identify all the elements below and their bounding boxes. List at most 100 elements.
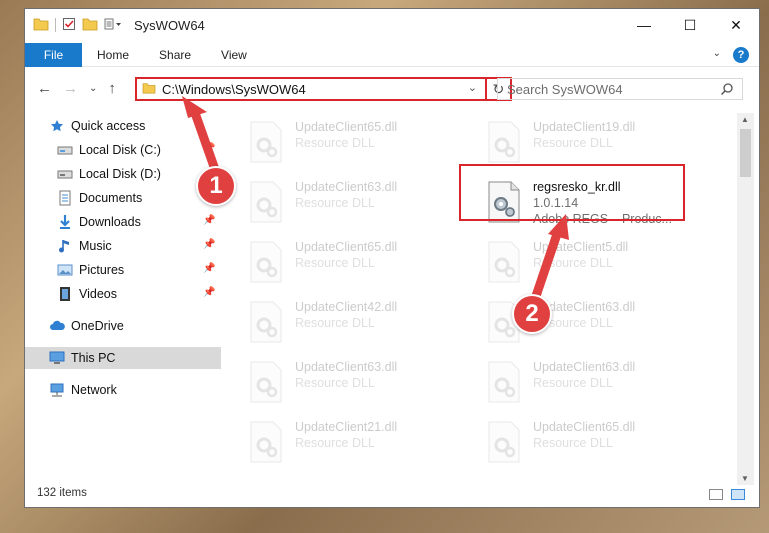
address-path[interactable]: C:\Windows\SysWOW64 [162,82,306,97]
new-folder-icon[interactable] [82,17,98,34]
file-type: Resource DLL [295,196,375,210]
star-icon [49,118,65,134]
dll-file-icon [250,421,282,463]
sidebar-item-label: Music [79,239,112,253]
tab-share[interactable]: Share [144,48,206,62]
expand-ribbon-icon[interactable]: ⌄ [713,48,721,59]
dll-file-icon [250,301,282,343]
pin-icon[interactable]: 📌 [203,263,215,274]
scroll-up-icon[interactable]: ▲ [741,115,749,124]
documents-icon [57,190,73,206]
sidebar-item-onedrive[interactable]: OneDrive [49,315,124,337]
pin-icon[interactable]: 📌 [203,215,215,226]
sidebar-item-label: Downloads [79,215,141,229]
address-row: ← → ⌄ ↑ C:\Windows\SysWOW64 ⌄ ↻ Search S… [25,75,759,105]
list-item[interactable]: UpdateClient63.dll Resource DLL [247,179,477,233]
file-name: UpdateClient63.dll [533,360,636,374]
sidebar-item-downloads[interactable]: Downloads [57,211,141,233]
file-type: Resource DLL [533,376,613,390]
file-name: UpdateClient63.dll [295,180,398,194]
file-type: Resource DLL [295,316,375,330]
sidebar-item-label: Documents [79,191,143,205]
tab-view[interactable]: View [206,48,262,62]
computer-icon [49,350,65,366]
folder-icon[interactable] [33,17,49,34]
sidebar-item-pictures[interactable]: Pictures [57,259,124,281]
videos-icon [57,286,73,302]
pin-icon[interactable]: 📌 [203,239,215,250]
cloud-icon [49,318,65,334]
downloads-icon [57,214,73,230]
quick-access-toolbar [33,17,122,34]
up-arrow-icon[interactable]: ↑ [108,80,116,97]
sidebar-item-quick-access[interactable]: Quick access [49,115,145,137]
dll-file-icon [488,361,520,403]
search-input[interactable]: Search SysWOW64 [497,78,743,100]
scroll-thumb[interactable] [740,129,751,177]
close-button[interactable]: ✕ [713,9,759,41]
dll-file-icon [250,241,282,283]
pin-icon[interactable]: 📌 [203,143,215,154]
tab-home[interactable]: Home [82,48,144,62]
large-icons-view-icon[interactable] [731,489,745,500]
scroll-down-icon[interactable]: ▼ [741,474,749,483]
list-item[interactable]: UpdateClient5.dll Resource DLL [485,239,715,293]
file-type: Resource DLL [533,436,613,450]
details-view-icon[interactable] [709,489,723,500]
list-item[interactable]: UpdateClient65.dll Resource DLL [247,239,477,293]
list-item[interactable]: UpdateClient65.dll Resource DLL [485,419,715,473]
file-name: UpdateClient21.dll [295,420,398,434]
minimize-button[interactable]: — [621,9,667,41]
back-arrow-icon[interactable]: ← [37,80,52,97]
file-type: Resource DLL [533,136,613,150]
title-bar: SysWOW64 — ☐ ✕ [25,9,759,41]
file-name: UpdateClient42.dll [295,300,398,314]
sidebar-item-local-disk-c[interactable]: Local Disk (C:) [57,139,161,161]
view-toggle [709,489,745,500]
window-controls: — ☐ ✕ [621,9,759,41]
sidebar-item-this-pc[interactable]: This PC [25,347,221,369]
network-icon [49,382,65,398]
list-item[interactable]: UpdateClient65.dll Resource DLL [247,119,477,173]
file-type: Resource DLL [295,376,375,390]
chevron-down-icon[interactable]: ⌄ [468,81,477,94]
sidebar-item-network[interactable]: Network [49,379,117,401]
navigation-pane: Quick access Local Disk (C:) 📌 Local Dis… [25,113,221,483]
list-item[interactable]: UpdateClient21.dll Resource DLL [247,419,477,473]
pin-icon[interactable]: 📌 [203,287,215,298]
file-type: Resource DLL [295,136,375,150]
forward-arrow-icon[interactable]: → [63,80,78,97]
sidebar-item-documents[interactable]: Documents [57,187,142,209]
file-type: Resource DLL [295,436,375,450]
sidebar-item-label: OneDrive [71,319,124,333]
search-placeholder: Search SysWOW64 [507,81,623,97]
list-item[interactable]: UpdateClient42.dll Resource DLL [247,299,477,353]
sidebar-item-local-disk-d[interactable]: Local Disk (D:) [57,163,161,185]
sidebar-item-videos[interactable]: Videos [57,283,117,305]
navigation-buttons: ← → ⌄ ↑ [37,80,116,97]
dll-file-icon [250,121,282,163]
file-name: UpdateClient63.dll [295,360,398,374]
customize-toolbar-icon[interactable] [104,18,122,33]
toolbar-divider [55,18,56,32]
list-item[interactable]: UpdateClient63.dll Resource DLL [247,359,477,413]
sidebar-item-label: Local Disk (D:) [79,167,161,181]
help-button[interactable]: ? [733,47,749,63]
sidebar-item-music[interactable]: Music [57,235,112,257]
list-item[interactable]: UpdateClient63.dll Resource DLL [485,359,715,413]
file-highlight-box [459,164,685,221]
music-icon [57,238,73,254]
file-name: UpdateClient65.dll [533,420,636,434]
file-name: UpdateClient65.dll [295,240,398,254]
pictures-icon [57,262,73,278]
file-name: UpdateClient5.dll [533,240,629,254]
file-tab[interactable]: File [25,42,82,67]
recent-locations-icon[interactable]: ⌄ [89,83,97,94]
window-title: SysWOW64 [134,17,205,33]
address-bar[interactable]: C:\Windows\SysWOW64 ⌄ [135,77,487,101]
maximize-button[interactable]: ☐ [667,9,713,41]
search-icon [720,82,734,99]
file-type: Resource DLL [533,256,613,270]
properties-icon[interactable] [62,17,76,34]
vertical-scrollbar[interactable]: ▲ ▼ [737,113,754,485]
